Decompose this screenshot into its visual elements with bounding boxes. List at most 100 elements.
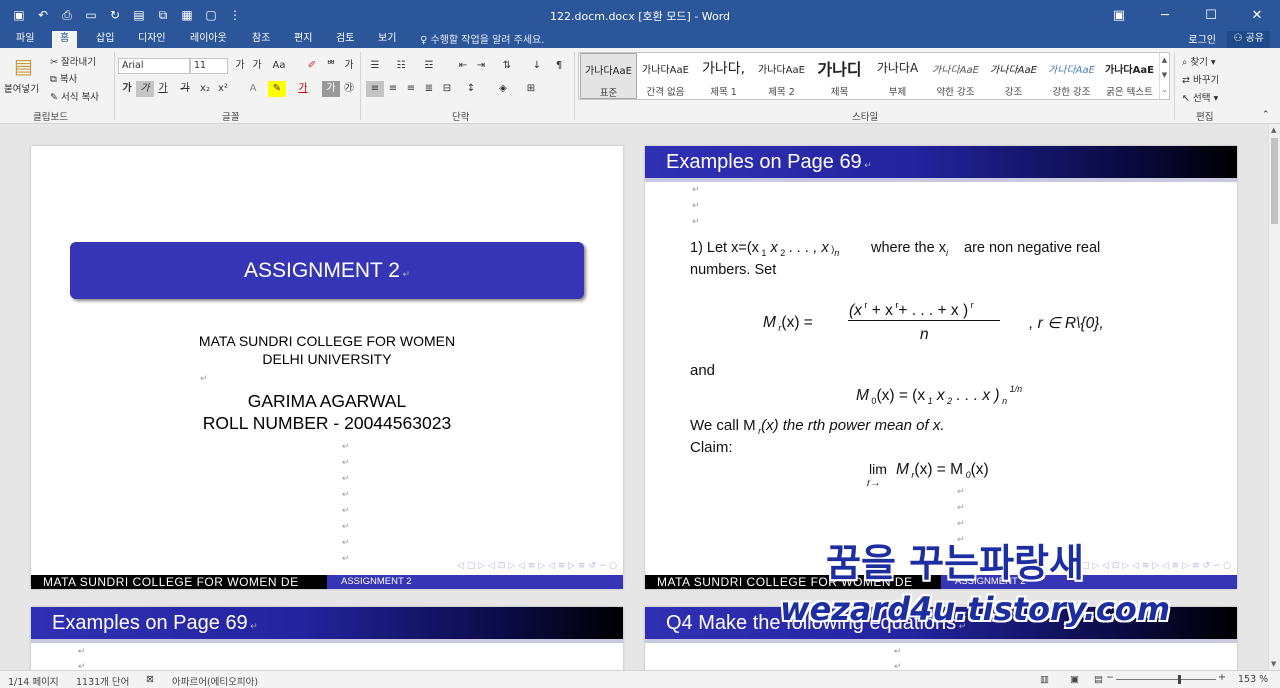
bold-icon[interactable]: 가 <box>118 81 136 97</box>
tab-review[interactable]: 검토 <box>328 31 362 48</box>
styles-scroll[interactable]: ▲ ▼ ⌄ <box>1159 53 1169 99</box>
login-link[interactable]: 로그인 <box>1188 31 1216 46</box>
collapse-ribbon-icon[interactable]: ⌃ <box>1262 110 1270 120</box>
subscript-icon[interactable]: x₂ <box>196 81 214 97</box>
word-count[interactable]: 1131개 단어 <box>76 674 129 688</box>
bullets-icon[interactable]: ☰ <box>366 58 384 74</box>
separator <box>360 52 361 120</box>
replace-button[interactable]: ⇄ 바꾸기 <box>1182 72 1219 86</box>
zoom-level[interactable]: 153 % <box>1238 674 1268 685</box>
page-count[interactable]: 1/14 페이지 <box>8 674 59 688</box>
multilevel-list-icon[interactable]: ☲ <box>420 58 438 74</box>
style-emphasis[interactable]: 가나다AaE 강조 <box>985 53 1042 99</box>
paragraph-mark: ↵ <box>200 374 208 384</box>
claim-text: Claim: <box>690 439 733 456</box>
zoom-slider[interactable] <box>1116 679 1216 680</box>
font-name-combo[interactable]: Arial <box>118 58 190 74</box>
styles-group-label: 스타일 <box>852 112 879 123</box>
page-footer: MATA SUNDRI COLLEGE FOR WOMEN DE ASSIGNM… <box>31 575 623 589</box>
line-spacing-icon[interactable]: ↕ <box>462 81 480 97</box>
roll-number: ROLL NUMBER - 20044563023 <box>202 413 452 433</box>
borders-icon[interactable]: ⊞ <box>522 81 540 97</box>
enclosed-char-icon[interactable]: ㉮ <box>340 81 358 97</box>
copy-button[interactable]: ⧉ 복사 <box>50 71 77 85</box>
cut-button[interactable]: ✂ 잘라내기 <box>50 54 96 68</box>
limit-operator: lim <box>869 461 887 477</box>
web-layout-icon[interactable]: ▤ <box>1094 674 1103 685</box>
text-effects-icon[interactable]: A <box>244 81 262 97</box>
style-strong[interactable]: 가나다AaE 굵은 텍스트 <box>1101 53 1158 99</box>
sort-icon[interactable]: ↓ <box>528 58 546 74</box>
style-subtitle[interactable]: 가나다A 부제 <box>869 53 926 99</box>
char-border-icon[interactable]: 가 <box>340 58 358 74</box>
tab-design[interactable]: 디자인 <box>130 31 174 48</box>
maximize-icon[interactable]: ☐ <box>1188 0 1234 30</box>
tell-me-search[interactable]: ♀ 수행할 작업을 알려 주세요. <box>420 31 544 46</box>
underline-icon[interactable]: 가 <box>154 81 172 97</box>
print-layout-icon[interactable]: ▣ <box>1070 674 1079 685</box>
shrink-font-icon[interactable]: 가 <box>248 58 266 74</box>
zoom-slider-thumb[interactable] <box>1178 675 1181 684</box>
minimize-icon[interactable]: ─ <box>1142 0 1188 30</box>
font-color-icon[interactable]: 가 <box>294 81 312 97</box>
close-icon[interactable]: ✕ <box>1234 0 1280 30</box>
read-mode-icon[interactable]: ▥ <box>1040 674 1049 685</box>
show-marks-icon[interactable]: ¶ <box>550 58 568 74</box>
numbering-icon[interactable]: ☷ <box>392 58 410 74</box>
style-subtle-emphasis[interactable]: 가나다AaE 약한 강조 <box>927 53 984 99</box>
tab-references[interactable]: 참조 <box>244 31 278 48</box>
strikethrough-icon[interactable]: 가 <box>176 81 194 97</box>
language-indicator[interactable]: 아파르어(에티오피아) <box>172 674 258 688</box>
shading-icon[interactable]: ◈ <box>494 81 512 97</box>
style-title[interactable]: 가나디 제목 <box>811 53 868 99</box>
beamer-nav-icons: ◁ □ ▷ ◁ ⊡ ▷ ◁ ≡ ▷ ◁ ≡ ▷ ≡ ↺ ∽ ○ <box>1071 561 1231 571</box>
clear-format-icon[interactable]: ✐ <box>303 58 321 74</box>
person-icon: ⚇ <box>1233 33 1246 44</box>
tab-mailings[interactable]: 편지 <box>286 31 320 48</box>
grow-font-icon[interactable]: 가 <box>231 58 249 74</box>
frame-header: Examples on Page 69 ↵ <box>645 146 1237 178</box>
tab-layout[interactable]: 레이아웃 <box>182 31 235 48</box>
tab-home[interactable]: 홈 <box>52 31 78 48</box>
scroll-down-icon[interactable]: ▼ <box>1271 660 1276 668</box>
style-no-spacing[interactable]: 가나다AaE 간격 없음 <box>637 53 694 99</box>
superscript-icon[interactable]: x² <box>214 81 232 97</box>
ribbon-display-icon[interactable]: ▣ <box>1096 0 1142 30</box>
increase-indent-icon[interactable]: ⇥ <box>472 58 490 74</box>
format-painter-button[interactable]: ✎ 서식 복사 <box>50 89 99 103</box>
vertical-scrollbar[interactable]: ▲ ▼ <box>1268 124 1280 670</box>
change-case-icon[interactable]: Aa <box>270 58 288 74</box>
align-center-icon[interactable]: ≡ <box>384 81 402 97</box>
highlight-icon[interactable]: ✎ <box>268 81 286 97</box>
paste-icon[interactable]: ▤ <box>14 54 33 78</box>
zoom-in-icon[interactable]: + <box>1218 672 1226 683</box>
char-shading-icon[interactable]: 가 <box>322 81 340 97</box>
tab-view[interactable]: 보기 <box>370 31 404 48</box>
proofing-icon[interactable]: ⊠ <box>146 674 154 685</box>
style-intense-emphasis[interactable]: 가나다AaE 강한 강조 <box>1043 53 1100 99</box>
find-button[interactable]: ⌕ 찾기 ▾ <box>1182 54 1216 68</box>
scroll-up-icon[interactable]: ▲ <box>1271 126 1276 134</box>
phonetic-icon[interactable]: ᄈ <box>322 58 340 74</box>
tab-insert[interactable]: 삽입 <box>88 31 122 48</box>
font-size-combo[interactable]: 11 <box>190 58 228 74</box>
zoom-out-icon[interactable]: − <box>1106 672 1114 683</box>
scroll-thumb[interactable] <box>1271 138 1278 224</box>
distributed-icon[interactable]: ⊟ <box>438 81 456 97</box>
share-button[interactable]: ⚇ 공유 <box>1227 31 1270 48</box>
style-heading-2[interactable]: 가나다AaE 제목 2 <box>753 53 810 99</box>
italic-icon[interactable]: 가 <box>136 81 154 97</box>
scissors-icon: ✂ <box>50 57 61 68</box>
style-heading-1[interactable]: 가나다, 제목 1 <box>695 53 752 99</box>
document-area[interactable]: ↵ ASSIGNMENT 2 ↵ MATA SUNDRI COLLEGE FOR… <box>0 124 1268 670</box>
decrease-indent-icon[interactable]: ⇤ <box>454 58 472 74</box>
problem-line-2: numbers. Set <box>690 262 777 278</box>
style-normal[interactable]: 가나다AaE 표준 <box>580 53 637 99</box>
text-direction-icon[interactable]: ⇅ <box>498 58 516 74</box>
select-button[interactable]: ↖ 선택 ▾ <box>1182 90 1218 104</box>
tab-file[interactable]: 파일 <box>8 31 42 48</box>
paste-button[interactable]: 붙여넣기 <box>4 81 39 95</box>
align-right-icon[interactable]: ≡ <box>402 81 420 97</box>
justify-icon[interactable]: ≣ <box>420 81 438 97</box>
align-left-icon[interactable]: ≡ <box>366 81 384 97</box>
